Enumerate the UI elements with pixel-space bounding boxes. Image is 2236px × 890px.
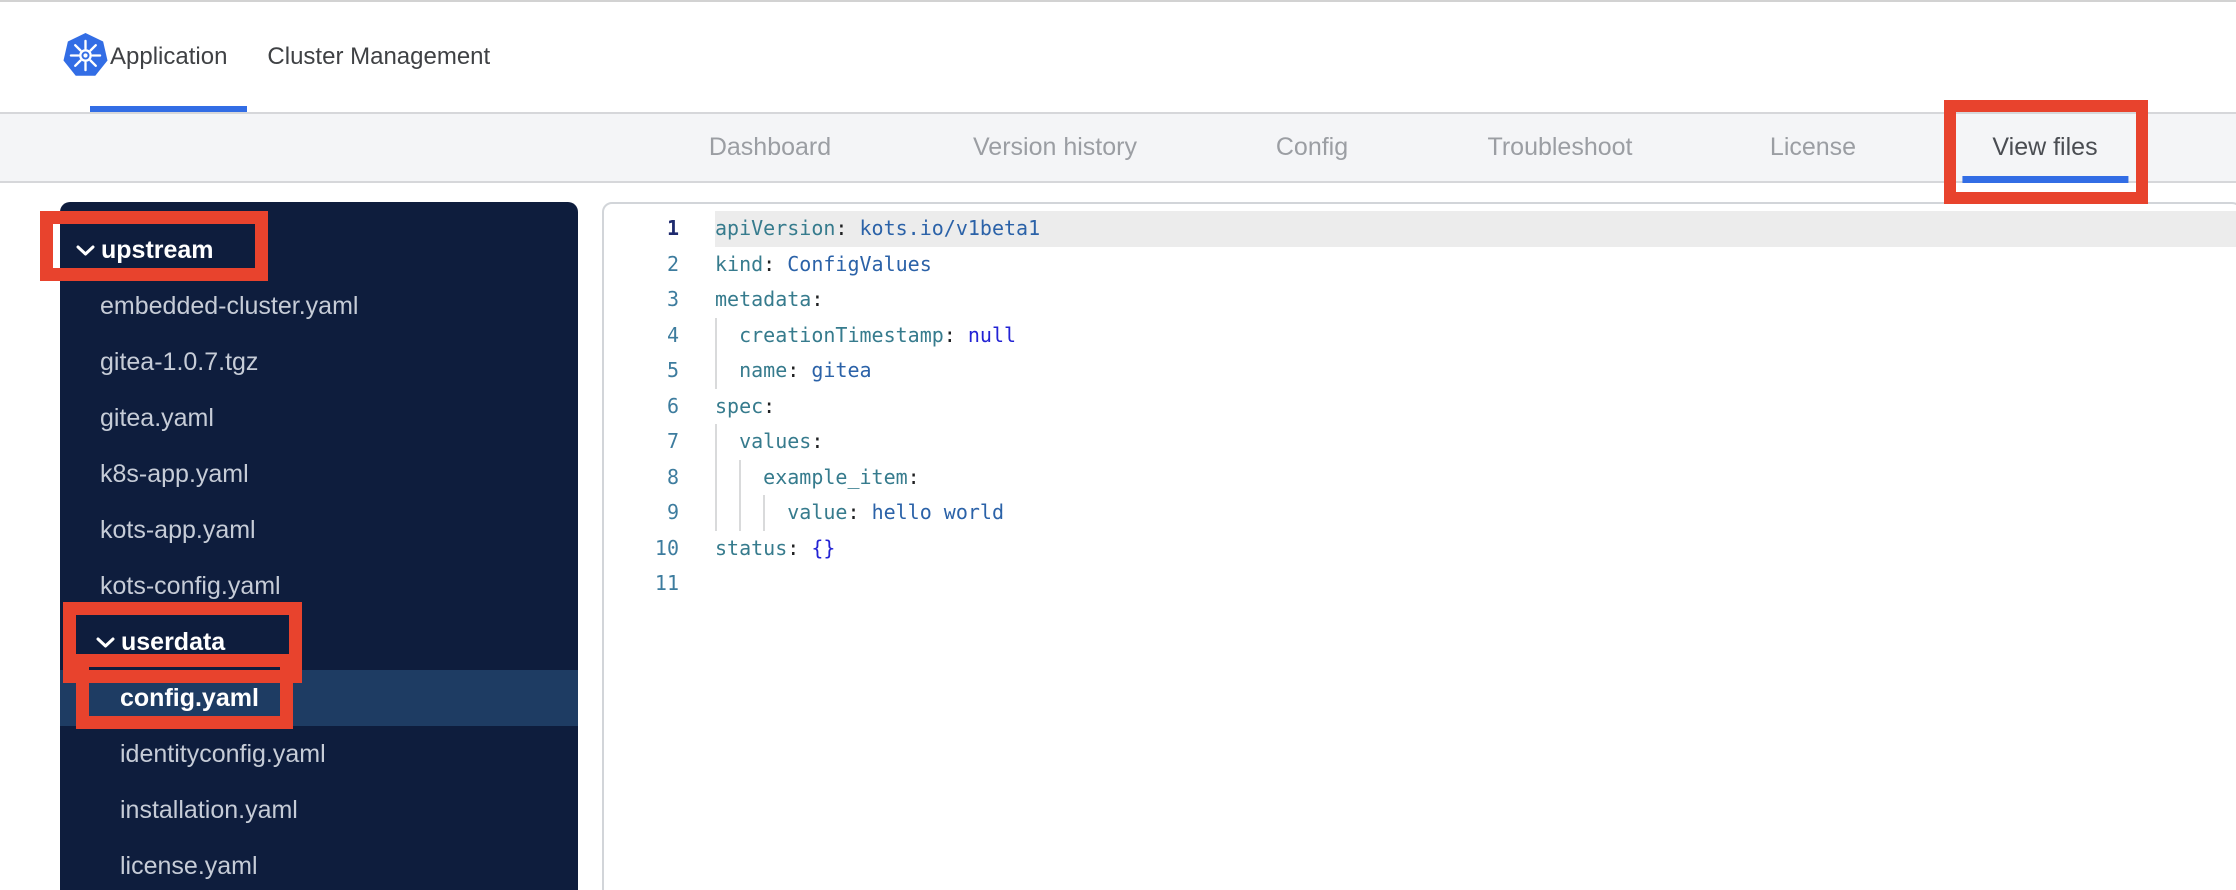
header-tab-cluster-management[interactable]: Cluster Management <box>247 2 510 112</box>
tree-item-label: gitea.yaml <box>100 403 214 432</box>
subnav-tab-label: Config <box>1275 133 1349 161</box>
code-line: 10 status: {} <box>604 531 2236 567</box>
line-number: 10 <box>654 535 679 560</box>
subnav-tab-label: Version history <box>973 133 1137 161</box>
subnav-tab-troubleshoot[interactable]: Troubleshoot <box>1488 114 1633 181</box>
code-line-text: value: hello world <box>715 495 2236 531</box>
code-line: 11 <box>604 566 2236 602</box>
code-line-text: status: {} <box>715 535 836 560</box>
subnav-tab-view-files[interactable]: View files <box>1961 114 2128 183</box>
header-tabs: Application Cluster Management <box>90 2 510 112</box>
code-line-text: metadata: <box>715 287 824 311</box>
code-line: 7 values: <box>604 424 2236 460</box>
tree-item-label: kots-config.yaml <box>100 571 281 600</box>
indent-guide <box>739 459 742 495</box>
code-line: 1 apiVersion: kots.io/v1beta1 <box>604 211 2236 247</box>
tree-item-label: identityconfig.yaml <box>120 739 326 768</box>
header-tab-label: Application <box>110 43 228 70</box>
tree-item-label: userdata <box>121 627 226 656</box>
subnav-tab-config[interactable]: Config <box>1276 114 1348 181</box>
tree-item-label: k8s-app.yaml <box>100 459 249 488</box>
line-number: 4 <box>666 322 679 347</box>
tree-item-label: config.yaml <box>120 683 259 712</box>
line-number: 2 <box>666 251 679 276</box>
tree-item-label: kots-app.yaml <box>100 515 256 544</box>
indent-guide <box>763 495 766 531</box>
tree-item-label: installation.yaml <box>120 795 298 824</box>
tree-item-identityconfig.yaml[interactable]: identityconfig.yaml <box>60 726 578 782</box>
file-tree-sidebar: upstream embedded-cluster.yaml gitea-1.0… <box>60 202 578 890</box>
tree-item-config.yaml[interactable]: config.yaml <box>60 670 578 726</box>
line-number: 11 <box>654 571 679 595</box>
kots-admin-console: Application Cluster Management Dashboard… <box>0 0 2236 890</box>
tree-item-k8s-app.yaml[interactable]: k8s-app.yaml <box>60 446 578 502</box>
code-line-text: spec: <box>715 393 776 418</box>
subnav-tab-dashboard[interactable]: Dashboard <box>709 114 831 181</box>
indent-guide <box>715 424 717 460</box>
app-subnav: Dashboard Version history Config Trouble… <box>0 112 2236 183</box>
tree-item-gitea-1.0.7.tgz[interactable]: gitea-1.0.7.tgz <box>60 334 578 390</box>
code-line: 9 value: hello world <box>604 495 2236 531</box>
chevron-down-icon <box>74 243 97 258</box>
tree-item-label: gitea-1.0.7.tgz <box>100 347 259 376</box>
line-number: 1 <box>666 216 679 240</box>
tree-item-installation.yaml[interactable]: installation.yaml <box>60 782 578 838</box>
code-line: 6 spec: <box>604 389 2236 425</box>
line-number: 6 <box>666 393 679 418</box>
subnav-tab-license[interactable]: License <box>1770 114 1856 181</box>
tree-item-label: upstream <box>101 235 214 264</box>
file-content-editor[interactable]: 1 apiVersion: kots.io/v1beta1 2 kind: Co… <box>602 202 2236 890</box>
indent-guide <box>715 495 717 531</box>
code-line: 2 kind: ConfigValues <box>604 247 2236 283</box>
code-line-text: creationTimestamp: null <box>715 317 2236 353</box>
code-line-text: apiVersion: kots.io/v1beta1 <box>715 211 2236 247</box>
code-line: 4 creationTimestamp: null <box>604 317 2236 353</box>
code-line-text: name: gitea <box>715 353 2236 389</box>
tree-item-license.yaml[interactable]: license.yaml <box>60 838 578 890</box>
chevron-down-icon <box>94 635 117 650</box>
line-number: 5 <box>666 358 679 382</box>
line-number: 9 <box>666 500 679 524</box>
line-number: 8 <box>666 464 679 489</box>
indent-guide <box>715 459 717 495</box>
header-tab-application[interactable]: Application <box>90 2 248 112</box>
code-line-text: example_item: <box>715 459 2236 495</box>
code-line: 3 metadata: <box>604 282 2236 318</box>
code-line: 8 example_item: <box>604 459 2236 495</box>
indent-guide <box>715 353 717 389</box>
active-tab-underline <box>1961 176 2128 183</box>
tree-item-kots-app.yaml[interactable]: kots-app.yaml <box>60 502 578 558</box>
line-number: 3 <box>666 287 679 311</box>
code-line: 5 name: gitea <box>604 353 2236 389</box>
tree-item-userdata[interactable]: userdata <box>60 614 578 670</box>
code-line-text: kind: ConfigValues <box>715 251 932 276</box>
app-header: Application Cluster Management <box>0 2 2236 112</box>
tree-item-gitea.yaml[interactable]: gitea.yaml <box>60 390 578 446</box>
indent-guide <box>739 495 742 531</box>
subnav-tab-label: View files <box>1992 133 2098 161</box>
tree-item-label: license.yaml <box>120 851 258 880</box>
subnav-tab-version-history[interactable]: Version history <box>973 114 1137 181</box>
header-tab-label: Cluster Management <box>267 43 491 70</box>
tree-item-upstream[interactable]: upstream <box>60 222 578 278</box>
indent-guide <box>715 317 717 353</box>
tree-item-kots-config.yaml[interactable]: kots-config.yaml <box>60 558 578 614</box>
tree-item-embedded-cluster.yaml[interactable]: embedded-cluster.yaml <box>60 278 578 334</box>
subnav-tab-label: License <box>1769 133 1857 161</box>
subnav-tab-label: Troubleshoot <box>1487 133 1633 161</box>
line-number: 7 <box>666 429 679 453</box>
subnav-tab-label: Dashboard <box>708 133 832 161</box>
code-line-text: values: <box>715 424 2236 460</box>
tree-item-label: embedded-cluster.yaml <box>100 291 359 320</box>
